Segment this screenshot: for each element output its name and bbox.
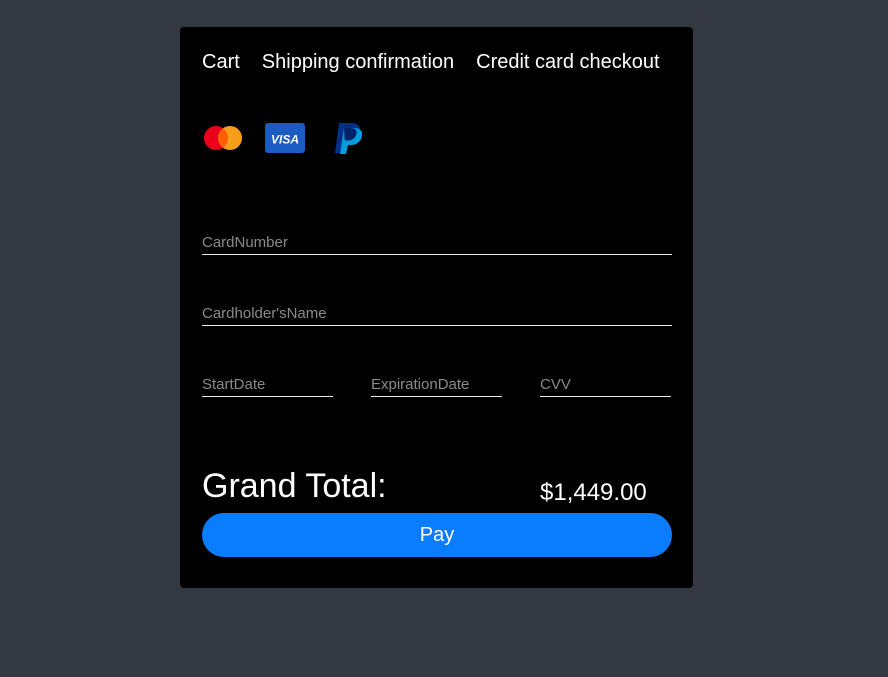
visa-text: VISA [271, 133, 299, 147]
expiration-date-input[interactable] [371, 375, 502, 397]
mastercard-icon[interactable] [202, 123, 244, 158]
grand-total-label: Grand Total: [202, 467, 387, 505]
breadcrumb-credit-card-checkout[interactable]: Credit card checkout [476, 51, 659, 74]
card-number-input[interactable] [202, 233, 672, 255]
breadcrumb-shipping-confirmation[interactable]: Shipping confirmation [262, 51, 454, 74]
start-date-input[interactable] [202, 375, 333, 397]
pay-button[interactable]: Pay [202, 513, 672, 557]
breadcrumb: Cart Shipping confirmation Credit card c… [202, 51, 660, 74]
grand-total-value: $1,449.00 [540, 479, 647, 506]
cardholder-name-input[interactable] [202, 304, 672, 326]
checkout-card: Cart Shipping confirmation Credit card c… [180, 27, 693, 588]
paypal-icon[interactable] [330, 121, 366, 160]
breadcrumb-cart[interactable]: Cart [202, 51, 240, 74]
cvv-input[interactable] [540, 375, 671, 397]
visa-icon[interactable]: VISA [265, 123, 305, 158]
